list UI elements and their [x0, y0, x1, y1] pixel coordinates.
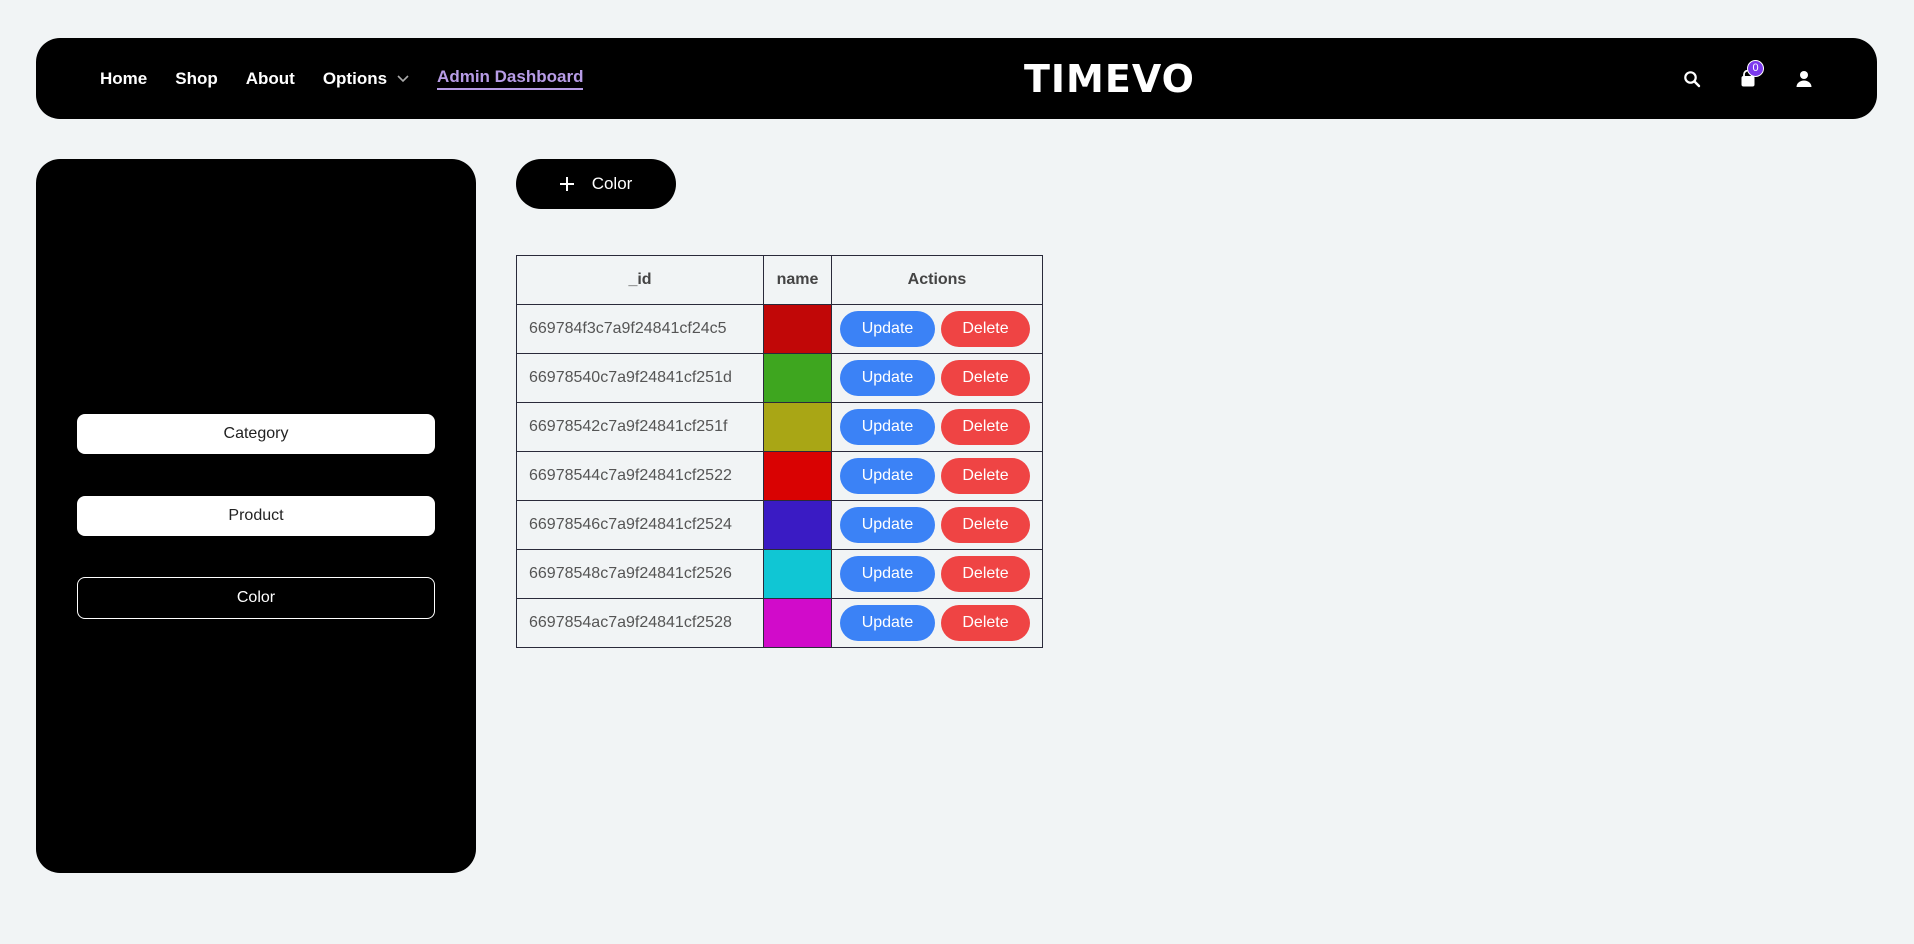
delete-button[interactable]: Delete [941, 507, 1030, 543]
cart-count-badge: 0 [1747, 59, 1764, 77]
cart-icon[interactable]: 0 [1739, 59, 1764, 88]
nav-icons: 0 [1683, 38, 1813, 119]
delete-button[interactable]: Delete [941, 360, 1030, 396]
nav-about-link[interactable]: About [246, 69, 295, 89]
nav-admin-dashboard-link[interactable]: Admin Dashboard [437, 67, 584, 90]
color-swatch [763, 549, 832, 599]
nav-options-dropdown[interactable]: Options [323, 69, 409, 89]
update-button[interactable]: Update [840, 556, 935, 592]
logo[interactable]: TIMEVO [1024, 56, 1195, 102]
update-button[interactable]: Update [840, 360, 935, 396]
sidebar-item-color[interactable]: Color [77, 577, 435, 619]
delete-button[interactable]: Delete [941, 458, 1030, 494]
nav-options-label: Options [322, 68, 388, 88]
column-header-actions: Actions [831, 255, 1043, 305]
update-button[interactable]: Update [840, 507, 935, 543]
plus-icon [559, 177, 574, 191]
delete-button[interactable]: Delete [941, 311, 1030, 347]
table-row: 66978548c7a9f24841cf2526 Update Delete [516, 549, 1043, 599]
row-actions: Update Delete [831, 549, 1043, 599]
color-swatch [763, 402, 832, 452]
delete-button[interactable]: Delete [941, 409, 1030, 445]
row-actions: Update Delete [831, 451, 1043, 501]
row-actions: Update Delete [831, 500, 1043, 550]
navbar: Home Shop About Options Admin Dashboard … [36, 38, 1877, 119]
update-button[interactable]: Update [840, 605, 935, 641]
table-header-row: _id name Actions [516, 255, 1043, 305]
table-row: 66978540c7a9f24841cf251d Update Delete [516, 353, 1043, 403]
row-id: 66978540c7a9f24841cf251d [516, 353, 764, 403]
row-id: 66978544c7a9f24841cf2522 [516, 451, 764, 501]
color-swatch [763, 500, 832, 550]
table-row: 6697854ac7a9f24841cf2528 Update Delete [516, 598, 1043, 648]
color-swatch [763, 598, 832, 648]
column-header-id: _id [516, 255, 764, 305]
row-id: 66978546c7a9f24841cf2524 [516, 500, 764, 550]
search-icon[interactable] [1683, 70, 1701, 88]
colors-table: _id name Actions 669784f3c7a9f24841cf24c… [516, 255, 1043, 648]
update-button[interactable]: Update [840, 409, 935, 445]
row-actions: Update Delete [831, 353, 1043, 403]
row-id: 6697854ac7a9f24841cf2528 [516, 598, 764, 648]
table-row: 66978546c7a9f24841cf2524 Update Delete [516, 500, 1043, 550]
add-color-button[interactable]: Color [516, 159, 676, 209]
nav-links: Home Shop About Options Admin Dashboard [100, 38, 584, 119]
user-icon[interactable] [1795, 70, 1813, 88]
column-header-name: name [763, 255, 832, 305]
color-swatch [763, 451, 832, 501]
nav-home-link[interactable]: Home [100, 69, 147, 89]
table-row: 669784f3c7a9f24841cf24c5 Update Delete [516, 304, 1043, 354]
table-row: 66978544c7a9f24841cf2522 Update Delete [516, 451, 1043, 501]
sidebar-item-product[interactable]: Product [77, 496, 435, 536]
row-id: 66978548c7a9f24841cf2526 [516, 549, 764, 599]
color-swatch [763, 353, 832, 403]
row-actions: Update Delete [831, 402, 1043, 452]
admin-sidebar: Category Product Color [36, 159, 476, 873]
color-swatch [763, 304, 832, 354]
row-id: 669784f3c7a9f24841cf24c5 [516, 304, 764, 354]
row-id: 66978542c7a9f24841cf251f [516, 402, 764, 452]
table-row: 66978542c7a9f24841cf251f Update Delete [516, 402, 1043, 452]
row-actions: Update Delete [831, 304, 1043, 354]
nav-shop-link[interactable]: Shop [175, 69, 218, 89]
update-button[interactable]: Update [840, 311, 935, 347]
add-color-label: Color [591, 174, 633, 193]
logo-text: TIMEVO [1024, 57, 1195, 101]
row-actions: Update Delete [831, 598, 1043, 648]
sidebar-item-category[interactable]: Category [77, 414, 435, 454]
delete-button[interactable]: Delete [941, 605, 1030, 641]
delete-button[interactable]: Delete [941, 556, 1030, 592]
chevron-down-icon [397, 74, 409, 82]
update-button[interactable]: Update [840, 458, 935, 494]
